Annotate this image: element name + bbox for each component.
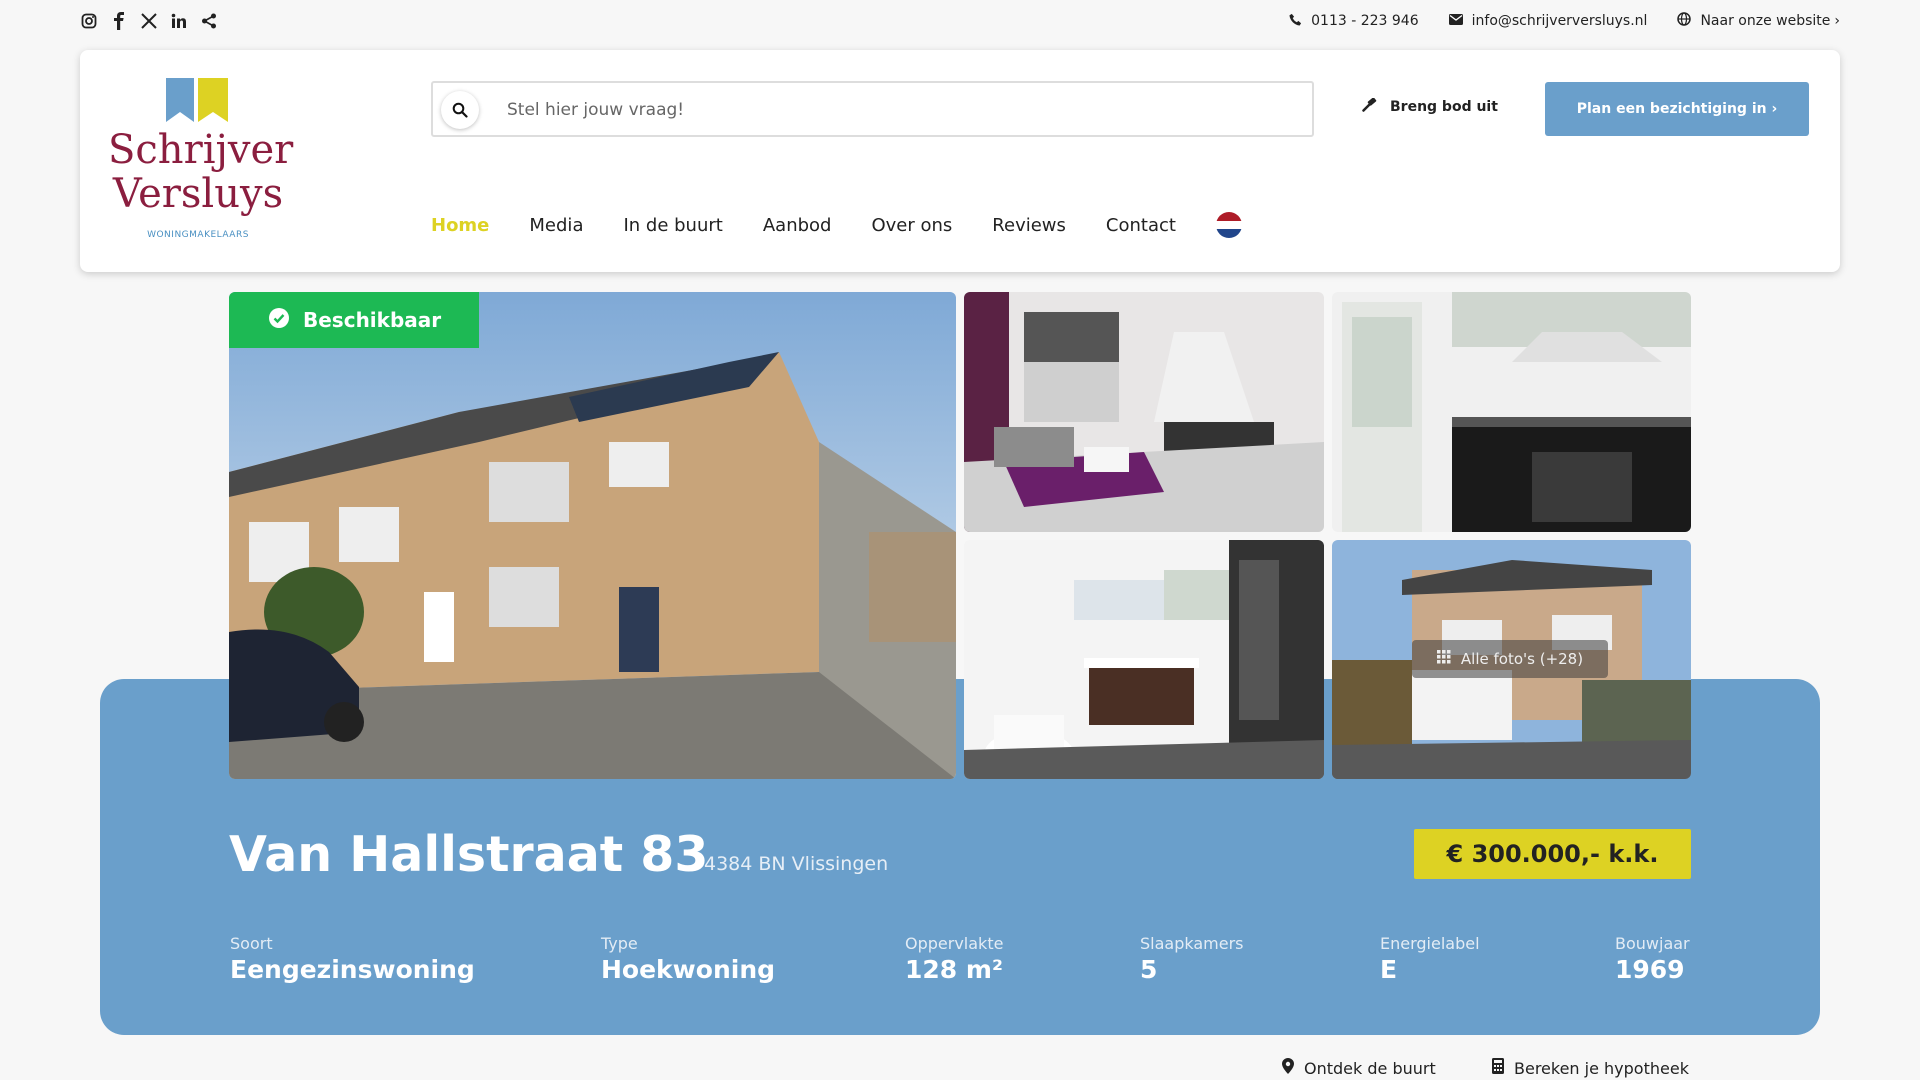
site-header: Schrijver Versluys WONINGMAKELAARS Breng… — [80, 50, 1840, 272]
email-address: info@schrijverversluys.nl — [1471, 13, 1648, 29]
nav-item-home[interactable]: Home — [431, 215, 489, 236]
listing-postcode-city: 4384 BN Vlissingen — [704, 853, 889, 875]
spec-oppervlakte: Oppervlakte 128 m² — [905, 934, 1003, 984]
listing-address: Van Hallstraat 83 — [229, 826, 709, 883]
discover-label: Ontdek de buurt — [1304, 1058, 1436, 1078]
instagram-icon[interactable] — [80, 12, 98, 30]
phone-icon — [1289, 13, 1302, 30]
phone-link[interactable]: 0113 - 223 946 — [1289, 13, 1419, 30]
all-photos-button[interactable]: Alle foto's (+28) — [1412, 640, 1608, 678]
contact-links: 0113 - 223 946 info@schrijverversluys.nl… — [1289, 12, 1840, 30]
spec-label: Energielabel — [1380, 934, 1480, 953]
facebook-icon[interactable] — [110, 12, 128, 30]
spec-value: E — [1380, 955, 1398, 984]
main-nav: Home Media In de buurt Aanbod Over ons R… — [431, 212, 1242, 238]
logo-mark-icon — [166, 78, 228, 122]
website-label: Naar onze website — [1700, 13, 1831, 29]
email-link[interactable]: info@schrijverversluys.nl — [1448, 13, 1648, 29]
nl-flag-icon[interactable] — [1215, 212, 1242, 238]
spec-label: Bouwjaar — [1615, 934, 1690, 953]
logo-tagline: WONINGMAKELAARS — [147, 230, 249, 240]
spec-soort: Soort Eengezinswoning — [230, 934, 475, 984]
all-photos-label: Alle foto's (+28) — [1460, 650, 1584, 668]
bid-label: Breng bod uit — [1390, 99, 1498, 115]
map-pin-icon — [1282, 1058, 1294, 1078]
spec-value: Eengezinswoning — [230, 955, 475, 984]
logo-text-line1: Schrijver — [108, 127, 294, 173]
search-input[interactable] — [507, 93, 1287, 127]
spec-energielabel: Energielabel E — [1380, 934, 1480, 984]
spec-bouwjaar: Bouwjaar 1969 — [1615, 934, 1690, 984]
search-box — [431, 81, 1314, 137]
grid-icon — [1436, 650, 1451, 668]
spec-value: 1969 — [1615, 955, 1685, 984]
spec-label: Soort — [230, 934, 273, 953]
spec-value: Hoekwoning — [601, 955, 776, 984]
nav-item-over-ons[interactable]: Over ons — [871, 215, 952, 236]
spec-label: Oppervlakte — [905, 934, 1004, 953]
photo-bathroom[interactable] — [964, 540, 1324, 779]
spec-label: Slaapkamers — [1140, 934, 1244, 953]
logo-text-line2: Versluys — [112, 171, 284, 217]
mortgage-label: Bereken je hypotheek — [1514, 1058, 1689, 1078]
spec-type: Type Hoekwoning — [601, 934, 775, 984]
hammer-icon — [1362, 97, 1378, 116]
company-logo[interactable]: Schrijver Versluys WONINGMAKELAARS — [108, 78, 294, 248]
photo-living-room[interactable] — [964, 292, 1324, 532]
main-photo-exterior[interactable] — [229, 292, 956, 779]
spec-value: 128 m² — [905, 955, 1003, 984]
mortgage-calculator-link[interactable]: Bereken je hypotheek — [1492, 1058, 1689, 1078]
website-link[interactable]: Naar onze website › — [1677, 12, 1840, 30]
phone-number: 0113 - 223 946 — [1311, 13, 1419, 29]
spec-label: Type — [601, 934, 638, 953]
envelope-icon — [1448, 13, 1463, 29]
calculator-icon — [1492, 1058, 1504, 1078]
plan-viewing-button[interactable]: Plan een bezichtiging in › — [1545, 82, 1809, 136]
globe-icon — [1677, 12, 1692, 30]
social-links — [80, 12, 218, 30]
share-icon[interactable] — [200, 12, 218, 30]
linkedin-icon[interactable] — [170, 12, 188, 30]
chevron-right-icon: › — [1834, 13, 1840, 29]
spec-slaapkamers: Slaapkamers 5 — [1140, 934, 1244, 984]
nav-item-reviews[interactable]: Reviews — [992, 215, 1066, 236]
photo-kitchen[interactable] — [1332, 292, 1691, 532]
nav-item-aanbod[interactable]: Aanbod — [763, 215, 832, 236]
bid-button[interactable]: Breng bod uit — [1362, 97, 1498, 116]
nav-item-contact[interactable]: Contact — [1106, 215, 1176, 236]
discover-neighbourhood-link[interactable]: Ontdek de buurt — [1282, 1058, 1436, 1078]
search-button[interactable] — [441, 91, 479, 129]
x-icon[interactable] — [140, 12, 158, 30]
check-circle-icon — [269, 307, 289, 333]
status-label: Beschikbaar — [303, 308, 442, 332]
top-bar: 0113 - 223 946 info@schrijverversluys.nl… — [0, 0, 1920, 45]
nav-item-media[interactable]: Media — [529, 215, 583, 236]
status-badge: Beschikbaar — [229, 292, 479, 348]
spec-value: 5 — [1140, 955, 1158, 984]
price-badge: € 300.000,- k.k. — [1414, 829, 1691, 879]
search-icon — [452, 102, 468, 118]
nav-item-in-de-buurt[interactable]: In de buurt — [623, 215, 722, 236]
